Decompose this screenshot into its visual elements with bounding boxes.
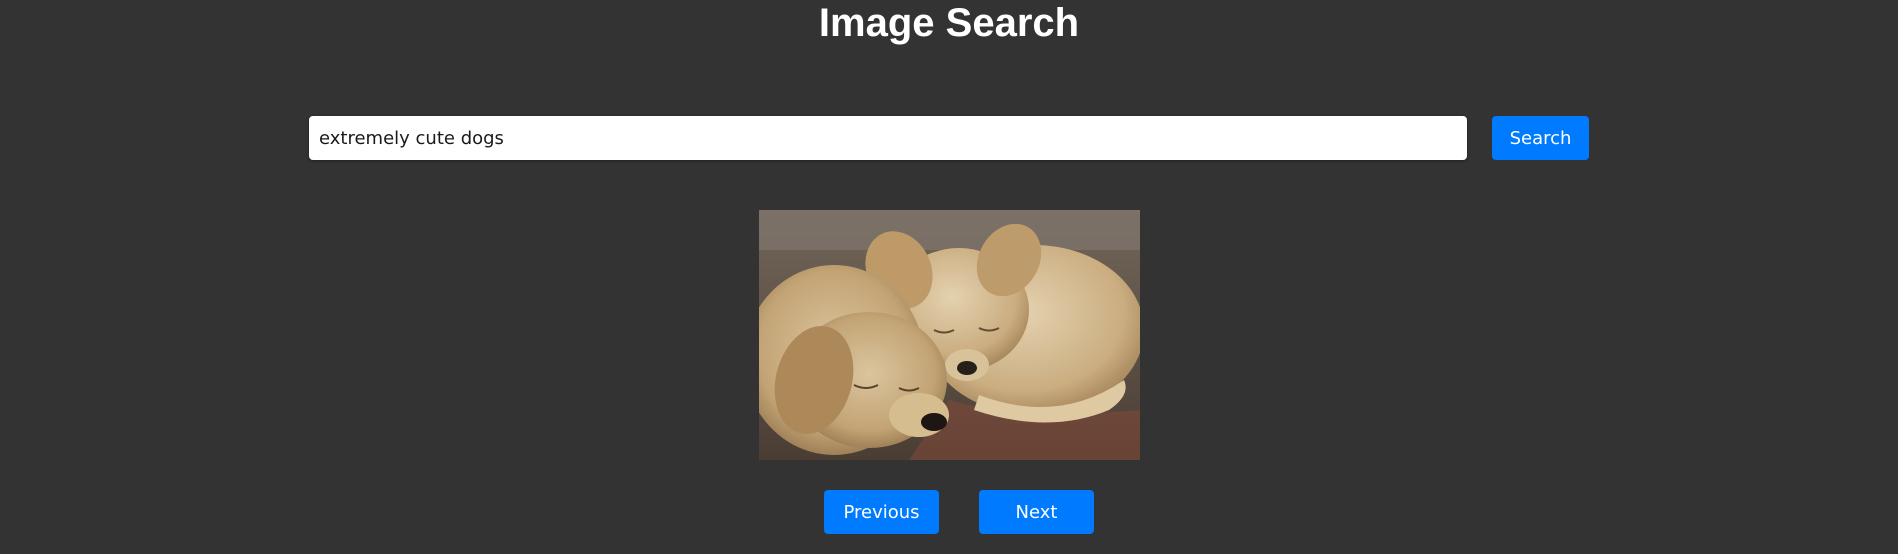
previous-button[interactable]: Previous	[824, 490, 939, 534]
page-title: Image Search	[818, 1, 1080, 45]
result-image	[759, 210, 1140, 460]
search-input[interactable]	[309, 116, 1467, 160]
image-search-page: Image Search Search	[0, 0, 1898, 554]
search-button[interactable]: Search	[1492, 116, 1589, 160]
next-button[interactable]: Next	[979, 490, 1094, 534]
puppies-photo	[759, 210, 1140, 460]
